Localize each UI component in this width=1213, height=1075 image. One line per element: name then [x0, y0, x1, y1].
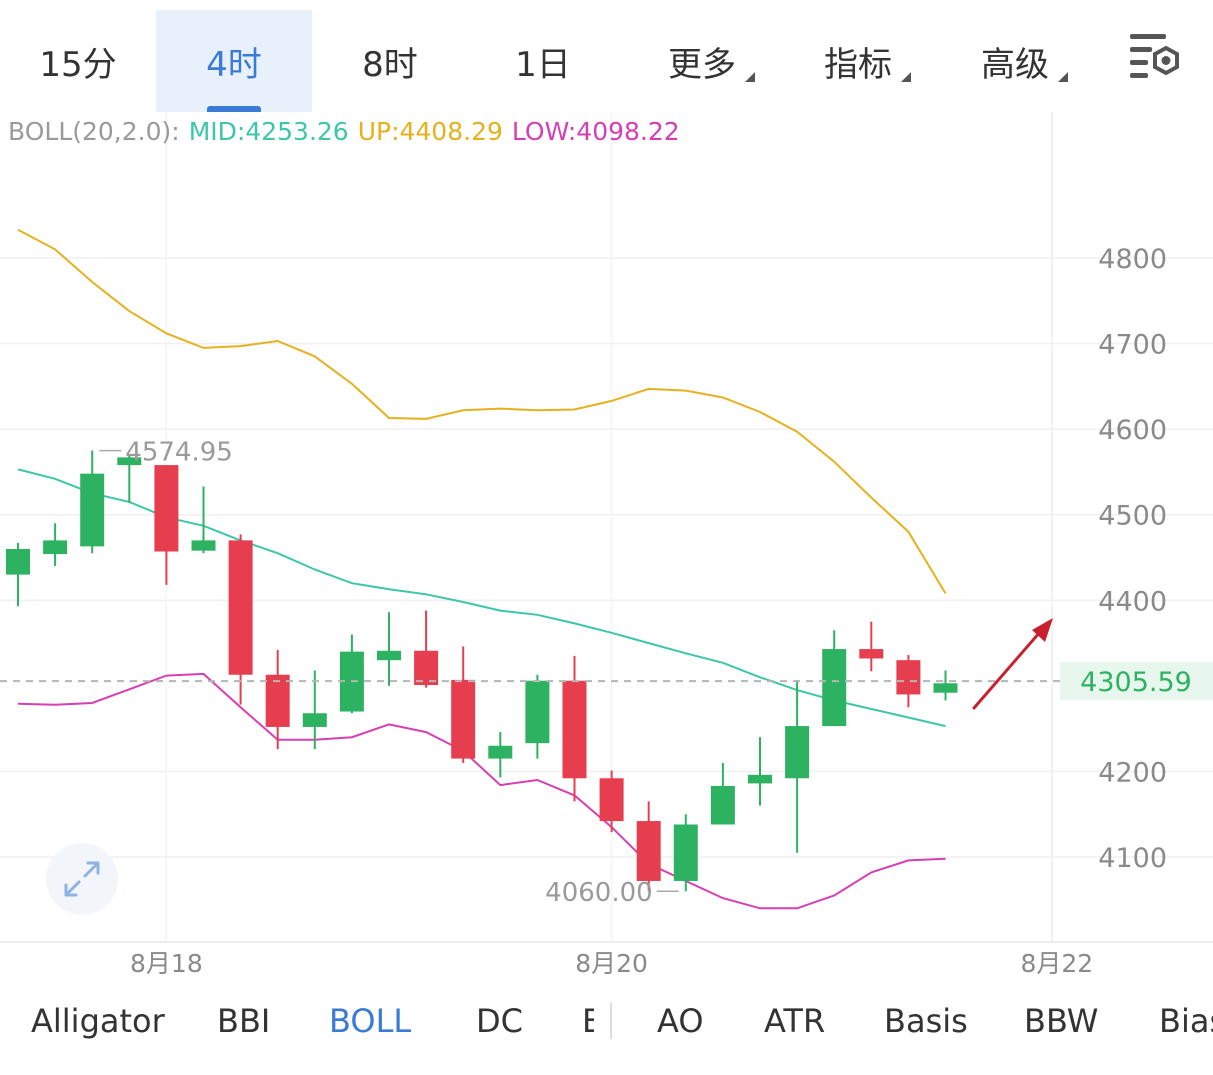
tab-4h-label: 4时	[206, 44, 262, 85]
indicator-tab-dc[interactable]: DC	[476, 985, 523, 1057]
tab-8h[interactable]: 8时	[312, 10, 468, 112]
candle-body-down[interactable]	[228, 540, 253, 675]
x-tick-label: 8月20	[575, 949, 648, 978]
indicator-tab-bbw[interactable]: BBW	[1024, 985, 1098, 1057]
active-tab-indicator	[207, 106, 261, 112]
low-marker-label: 4060.00	[545, 878, 653, 908]
tab-indicators[interactable]: 指标	[788, 10, 928, 112]
timeframe-tabs: 15分 4时 8时 1日 更多 指标 高级	[0, 10, 1213, 112]
indicator-tab-label: BOLL	[329, 1002, 412, 1040]
dropdown-corner-icon	[1058, 72, 1068, 82]
candle-body-down[interactable]	[636, 821, 661, 881]
candle-body-down[interactable]	[265, 674, 290, 727]
dropdown-corner-icon	[901, 72, 911, 82]
up-trend-arrow-icon	[972, 630, 1042, 710]
y-tick-label: 4200	[1098, 757, 1167, 788]
candle-body-up[interactable]	[822, 649, 847, 727]
indicator-tab-boll[interactable]: BOLL	[329, 985, 411, 1057]
indicator-tab-label: AO	[657, 1002, 704, 1040]
indicator-tab-label: DC	[476, 1002, 523, 1040]
indicator-tab-label: E	[582, 1002, 594, 1040]
candle-body-down[interactable]	[599, 778, 624, 822]
tab-indicators-label: 指标	[824, 44, 892, 85]
indicator-tab-e[interactable]: E	[582, 985, 594, 1057]
indicator-tab-basis[interactable]: Basis	[884, 985, 968, 1057]
indicator-tab-label: BBW	[1024, 1002, 1099, 1040]
current-price-label: 4305.59	[1080, 667, 1192, 698]
indicator-tab-label: Alligator	[31, 1002, 165, 1040]
tab-more[interactable]: 更多	[632, 10, 772, 112]
candlestick-chart[interactable]: 4800 4700 4600 4500 4400 4200 4100 8月18 8月20 8月22…	[0, 0, 1213, 985]
candle-body-up[interactable]	[6, 548, 30, 575]
tab-1d-label: 1日	[515, 44, 571, 85]
dropdown-corner-icon	[745, 72, 755, 82]
boll-legend-name: BOLL(20,2.0):	[8, 117, 180, 146]
candle-body-up[interactable]	[525, 680, 550, 744]
indicator-tab-divider	[610, 1003, 612, 1039]
candle-body-up[interactable]	[933, 683, 958, 693]
candle-body-up[interactable]	[785, 726, 810, 779]
candle-body-down[interactable]	[896, 660, 921, 695]
indicator-tab-alligator[interactable]: Alligator	[31, 985, 165, 1057]
boll-legend-mid: MID:4253.26	[189, 117, 349, 146]
candle-body-up[interactable]	[710, 785, 735, 825]
boll-legend-low: LOW:4098.22	[512, 117, 680, 146]
tab-4h[interactable]: 4时	[156, 10, 312, 112]
candle-body-up[interactable]	[191, 540, 216, 551]
indicator-tab-label: ATR	[764, 1002, 826, 1040]
indicator-tab-bias[interactable]: Bias	[1159, 985, 1213, 1057]
y-tick-label: 4400	[1098, 586, 1167, 617]
y-tick-label: 4600	[1098, 415, 1167, 446]
indicator-tab-label: BBI	[217, 1002, 271, 1040]
indicator-tabs: Alligator BBI BOLL DC E AO ATR Basis BBW…	[0, 985, 1213, 1057]
tab-advanced-label: 高级	[981, 44, 1049, 85]
indicator-tab-label: Basis	[884, 1002, 968, 1040]
candle-body-down[interactable]	[451, 679, 476, 759]
y-tick-label: 4700	[1098, 330, 1167, 361]
y-tick-label: 4500	[1098, 501, 1167, 532]
boll-legend: BOLL(20,2.0): MID:4253.26 UP:4408.29 LOW:40…	[8, 117, 680, 146]
expand-arrows-icon[interactable]	[46, 843, 118, 915]
y-tick-label: 4800	[1098, 244, 1167, 275]
candle-body-up[interactable]	[43, 540, 68, 555]
candle-body-down[interactable]	[562, 680, 587, 779]
candle-body-down[interactable]	[154, 465, 179, 552]
high-marker-label: 4574.95	[125, 438, 233, 468]
tab-more-label: 更多	[668, 44, 736, 85]
x-tick-label: 8月18	[130, 949, 203, 978]
candle-body-up[interactable]	[377, 650, 401, 661]
boll-legend-up: UP:4408.29	[358, 117, 503, 146]
indicator-tab-label: Bias	[1159, 1002, 1213, 1040]
y-tick-label: 4100	[1098, 843, 1167, 874]
candle-body-down[interactable]	[859, 649, 884, 659]
candle-body-up[interactable]	[80, 473, 105, 547]
candle-body-up[interactable]	[302, 713, 327, 727]
tab-advanced[interactable]: 高级	[945, 10, 1085, 112]
boll-lower-band	[17, 672, 946, 910]
tab-15m[interactable]: 15分	[0, 10, 156, 112]
tab-15m-label: 15分	[39, 44, 117, 85]
chart-settings-icon[interactable]	[1128, 30, 1184, 82]
indicator-tab-ao[interactable]: AO	[657, 985, 704, 1057]
candle-body-up[interactable]	[488, 745, 513, 759]
tab-8h-label: 8时	[362, 44, 418, 85]
indicator-tab-atr[interactable]: ATR	[764, 985, 825, 1057]
tab-1d[interactable]: 1日	[468, 10, 618, 112]
candle-body-up[interactable]	[673, 824, 698, 881]
candle-body-down[interactable]	[414, 650, 439, 686]
candle-body-up[interactable]	[748, 774, 772, 784]
x-tick-label: 8月22	[1020, 949, 1093, 978]
indicator-tab-bbi[interactable]: BBI	[217, 985, 270, 1057]
